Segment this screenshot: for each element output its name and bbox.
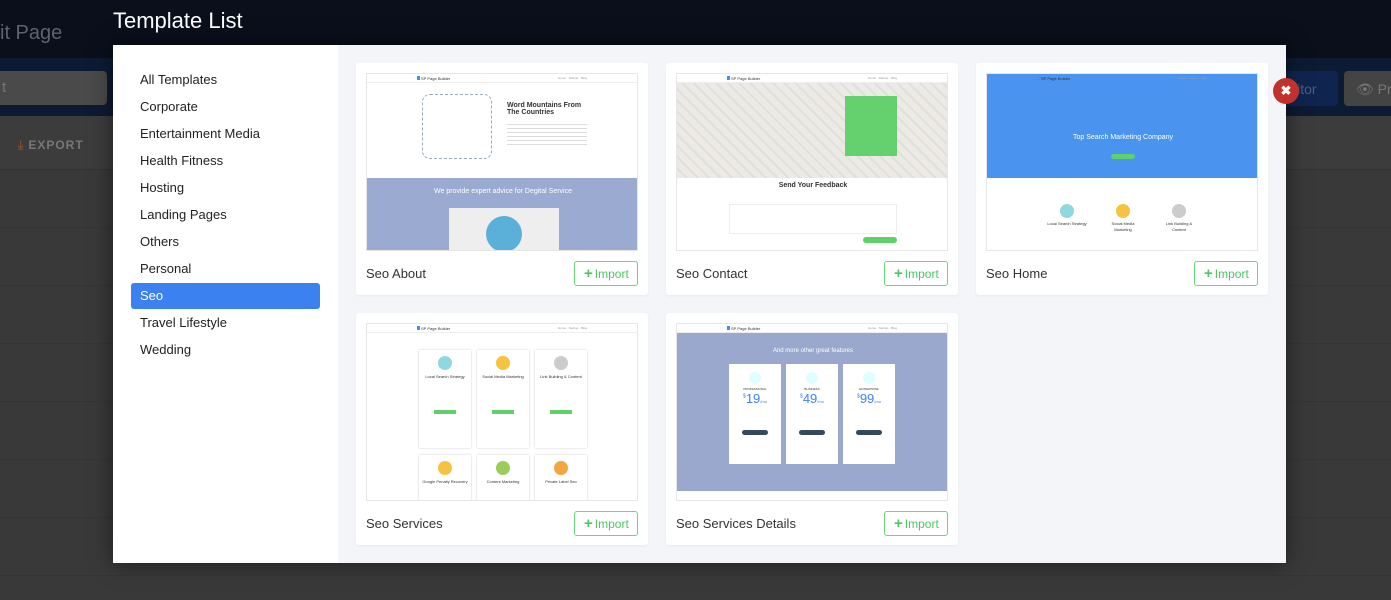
template-thumbnail[interactable]: SP Page Builder Home · Startup · Blog Word… <box>366 73 638 251</box>
template-card: SP Page Builder Home · Startup · Blog Loca… <box>356 313 648 545</box>
template-name: Seo Services Details <box>676 516 796 531</box>
category-landing-pages[interactable]: Landing Pages <box>131 202 320 228</box>
category-entertainment-media[interactable]: Entertainment Media <box>131 121 320 147</box>
category-others[interactable]: Others <box>131 229 320 255</box>
template-card: SP Page Builder Home · Startup · Blog Top … <box>976 63 1268 295</box>
preview-button[interactable]: 👁 Pre <box>1344 71 1391 106</box>
plus-icon: + <box>584 265 593 282</box>
import-label: Import <box>904 267 939 281</box>
preview-label: Pre <box>1377 81 1391 97</box>
export-icon: ⤓ <box>18 138 25 152</box>
category-personal[interactable]: Personal <box>131 256 320 282</box>
feature-title: Google Penalty Recovery <box>422 479 468 484</box>
feature-title: Local Search Strategy <box>1047 221 1087 226</box>
category-sidebar: All Templates Corporate Entertainment Medi… <box>113 45 338 563</box>
category-wedding[interactable]: Wedding <box>131 337 320 363</box>
feature-title: Private Label Seo <box>545 479 577 484</box>
template-name: Seo About <box>366 266 426 281</box>
feature-title: Social Media Marketing <box>1111 221 1135 232</box>
close-icon[interactable]: ✖ <box>1273 78 1299 104</box>
thumb-logo: SP Page Builder <box>417 76 450 81</box>
import-button[interactable]: + Import <box>1194 261 1258 286</box>
category-hosting[interactable]: Hosting <box>131 175 320 201</box>
page-title: it Page <box>0 22 63 44</box>
template-thumbnail[interactable]: SP Page Builder Home · Startup · Blog Top … <box>986 73 1258 251</box>
template-thumbnail[interactable]: SP Page Builder Home · Startup · Blog And … <box>676 323 948 501</box>
export-label: EXPORT <box>28 138 84 152</box>
map <box>677 83 947 178</box>
modal-title: Template List <box>113 8 243 33</box>
thumb-logo: SP Page Builder <box>1037 76 1070 81</box>
thumb-heading: Word Mountains From The Countries <box>507 102 582 116</box>
template-thumbnail[interactable]: SP Page Builder Home · Startup · Blog Send… <box>676 73 948 251</box>
template-card: SP Page Builder Home · Startup · Blog Word… <box>356 63 648 295</box>
eye-icon: 👁 <box>1356 81 1378 97</box>
import-label: Import <box>594 267 629 281</box>
import-label: Import <box>594 517 629 531</box>
plus-icon: + <box>1204 265 1213 282</box>
import-label: Import <box>1214 267 1249 281</box>
illustration-icon <box>422 94 492 159</box>
import-button[interactable]: + Import <box>574 511 638 536</box>
feature-title: Link Building & Content <box>540 374 582 379</box>
category-seo[interactable]: Seo <box>131 283 320 309</box>
import-button[interactable]: + Import <box>574 261 638 286</box>
plus-icon: + <box>584 515 593 532</box>
thumb-banner: We provide expert advice for Degital Ser… <box>434 188 572 195</box>
thumb-heading: Send Your Feedback <box>778 182 848 189</box>
import-label: Import <box>904 517 939 531</box>
category-health-fitness[interactable]: Health Fitness <box>131 148 320 174</box>
export-button[interactable]: ⤓ EXPORT <box>18 138 84 153</box>
template-list-modal: All Templates Corporate Entertainment Medi… <box>113 45 1299 563</box>
pricing-card: ENTERPRISE $99/mo <box>843 364 895 464</box>
thumb-nav: SP Page Builder Home · Startup · Blog <box>677 324 947 333</box>
thumb-heading: Top Search Marketing Company <box>1073 134 1173 141</box>
template-thumbnail[interactable]: SP Page Builder Home · Startup · Blog Loca… <box>366 323 638 501</box>
feature-title: Local Search Strategy <box>425 374 465 379</box>
category-all-templates[interactable]: All Templates <box>131 67 320 93</box>
plus-icon: + <box>894 515 903 532</box>
thumb-logo: SP Page Builder <box>727 326 760 331</box>
template-name: Seo Services <box>366 516 443 531</box>
pricing-card: BUSINESS $49/mo <box>786 364 838 464</box>
title-input[interactable]: t <box>0 71 107 105</box>
thumb-logo: SP Page Builder <box>417 326 450 331</box>
template-card: SP Page Builder Home · Startup · Blog Send… <box>666 63 958 295</box>
thumb-nav: SP Page Builder Home · Startup · Blog <box>677 74 947 83</box>
feature-title: Link Building & Content <box>1165 221 1193 232</box>
import-button[interactable]: + Import <box>884 511 948 536</box>
feature-title: Social Media Marketing <box>482 374 524 379</box>
pricing-card: PROFESSIONAL $19/mo <box>729 364 781 464</box>
template-name: Seo Home <box>986 266 1048 281</box>
thumb-logo: SP Page Builder <box>727 76 760 81</box>
thumb-nav: SP Page Builder Home · Startup · Blog <box>367 74 637 83</box>
plus-icon: + <box>894 265 903 282</box>
thumb-nav: SP Page Builder Home · Startup · Blog <box>987 74 1257 83</box>
template-card: SP Page Builder Home · Startup · Blog And … <box>666 313 958 545</box>
thumb-heading: And more other great features <box>772 348 854 354</box>
thumb-nav: SP Page Builder Home · Startup · Blog <box>367 324 637 333</box>
category-corporate[interactable]: Corporate <box>131 94 320 120</box>
import-button[interactable]: + Import <box>884 261 948 286</box>
feature-title: Content Marketing <box>486 479 520 484</box>
category-travel-lifestyle[interactable]: Travel Lifestyle <box>131 310 320 336</box>
template-name: Seo Contact <box>676 266 748 281</box>
